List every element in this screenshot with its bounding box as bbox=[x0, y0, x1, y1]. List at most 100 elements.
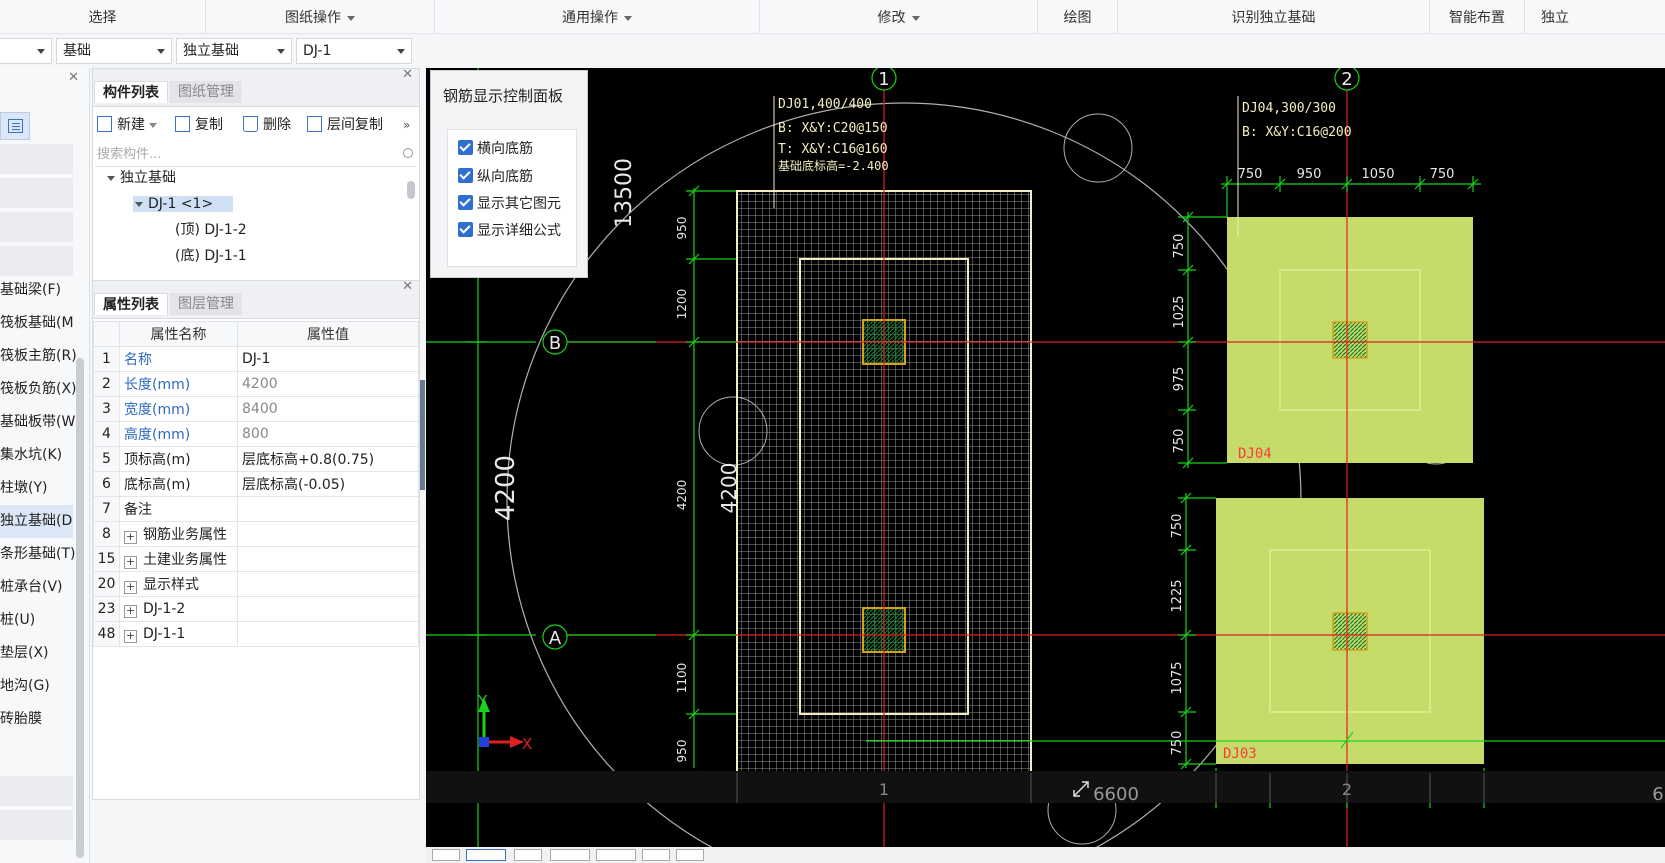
tab-layer-manage[interactable]: 图层管理 bbox=[170, 293, 242, 315]
nav-item-selected[interactable]: 独立基础(D) bbox=[0, 505, 73, 538]
dj04-annotation[interactable]: DJ04,300/300 B: X&Y:C16@200 bbox=[1242, 101, 1352, 140]
tree-node-selected[interactable]: DJ-1 <1> bbox=[107, 191, 407, 217]
property-value-cell[interactable] bbox=[237, 496, 419, 522]
status-button[interactable] bbox=[514, 849, 542, 861]
component-search-input[interactable]: 搜索构件... bbox=[95, 143, 417, 167]
nav-item[interactable]: 条形基础(T) bbox=[0, 538, 80, 571]
status-button[interactable] bbox=[466, 849, 506, 861]
close-icon[interactable]: ✕ bbox=[402, 67, 413, 82]
tree-scrollbar[interactable] bbox=[407, 181, 415, 199]
property-value-cell[interactable]: 8400 bbox=[237, 396, 419, 422]
checkbox-horizontal-bottom-rebar[interactable]: 横向底筋 bbox=[458, 138, 533, 160]
copy-button[interactable]: 复制 bbox=[175, 113, 223, 137]
property-row[interactable]: 8 + 钢筋业务属性 bbox=[93, 521, 419, 547]
property-value-cell[interactable] bbox=[237, 571, 419, 597]
property-value-cell[interactable] bbox=[237, 546, 419, 572]
tree-node-root[interactable]: 独立基础 bbox=[107, 165, 407, 191]
nav-item[interactable]: 基础板带(W bbox=[0, 406, 80, 439]
status-button[interactable] bbox=[432, 849, 460, 861]
property-row[interactable]: 20 + 显示样式 bbox=[93, 571, 419, 597]
axis-bubble-b[interactable]: B bbox=[542, 329, 568, 355]
category-select[interactable]: 基础 bbox=[56, 38, 172, 64]
nav-item[interactable]: 桩承台(V) bbox=[0, 571, 80, 604]
property-value-cell[interactable]: 层底标高+0.8(0.75) bbox=[237, 446, 419, 472]
axis-bubble-a[interactable]: A bbox=[542, 624, 568, 650]
expand-plus-icon[interactable]: + bbox=[124, 556, 137, 569]
ribbon-group-label: 绘图 bbox=[1063, 10, 1092, 26]
tab-property-list[interactable]: 属性列表 bbox=[94, 293, 168, 315]
close-icon[interactable]: ✕ bbox=[68, 70, 79, 85]
property-row[interactable]: 3 宽度(mm) 8400 bbox=[93, 396, 419, 422]
status-button[interactable] bbox=[676, 849, 704, 861]
floor-copy-button[interactable]: 层间复制 bbox=[307, 113, 383, 137]
tab-drawing-manage[interactable]: 图纸管理 bbox=[170, 81, 242, 103]
tree-node-child[interactable]: (底) DJ-1-1 bbox=[107, 243, 407, 269]
checkbox-show-other-elements[interactable]: 显示其它图元 bbox=[458, 193, 561, 215]
property-row[interactable]: 5 顶标高(m) 层底标高+0.8(0.75) bbox=[93, 446, 419, 472]
nav-item[interactable]: 筏板负筋(X) bbox=[0, 373, 80, 406]
ribbon-group-identify-footing[interactable]: 识别独立基础 bbox=[1118, 0, 1430, 34]
floor-select[interactable] bbox=[0, 38, 52, 64]
dj01-annotation[interactable]: DJ01,400/400 B: X&Y:C20@150 T: X&Y:C16@1… bbox=[778, 97, 889, 173]
status-button[interactable] bbox=[642, 849, 670, 861]
ribbon-group-independent[interactable]: 独立 bbox=[1525, 0, 1665, 34]
more-tools-icon[interactable]: » bbox=[403, 113, 410, 137]
property-row[interactable]: 4 高度(mm) 800 bbox=[93, 421, 419, 447]
ribbon-group-general-ops[interactable]: 通用操作 bbox=[435, 0, 760, 34]
nav-item-label: 筏板主筋(R) bbox=[0, 348, 77, 364]
ribbon-group-select[interactable]: 选择 bbox=[0, 0, 206, 34]
ribbon-group-draw[interactable]: 绘图 bbox=[1038, 0, 1118, 34]
rebar-panel-title: 钢筋显示控制面板 bbox=[443, 87, 564, 105]
ribbon-group-drawing-ops[interactable]: 图纸操作 bbox=[206, 0, 435, 34]
axis-bubble-1[interactable]: 1 bbox=[871, 68, 897, 91]
ribbon-group-smart-layout[interactable]: 智能布置 bbox=[1430, 0, 1525, 34]
checkbox-vertical-bottom-rebar[interactable]: 纵向底筋 bbox=[458, 166, 533, 188]
property-row[interactable]: 23 + DJ-1-2 bbox=[93, 596, 419, 622]
property-row[interactable]: 48 + DJ-1-1 bbox=[93, 621, 419, 647]
nav-scrollbar[interactable] bbox=[76, 358, 84, 858]
tree-node-child[interactable]: (顶) DJ-1-2 bbox=[107, 217, 407, 243]
property-value-cell[interactable]: 800 bbox=[237, 421, 419, 447]
nav-item[interactable]: 柱墩(Y) bbox=[0, 472, 80, 505]
panel-splitter[interactable] bbox=[420, 380, 425, 490]
dim-text: 1225 bbox=[1170, 579, 1185, 612]
property-value-cell[interactable]: 4200 bbox=[237, 371, 419, 397]
property-row[interactable]: 1 名称 DJ-1 bbox=[93, 346, 419, 372]
status-button[interactable] bbox=[550, 849, 590, 861]
expand-plus-icon[interactable]: + bbox=[124, 604, 137, 618]
nav-item[interactable]: 桩(U) bbox=[0, 604, 80, 637]
property-value-cell[interactable]: 层底标高(-0.05) bbox=[237, 471, 419, 497]
property-value-cell[interactable] bbox=[237, 596, 419, 622]
property-row[interactable]: 7 备注 bbox=[93, 496, 419, 522]
property-row[interactable]: 6 底标高(m) 层底标高(-0.05) bbox=[93, 471, 419, 497]
drawing-canvas[interactable]: 1 2 B A 13500 4200 4200 950 1200 4200 11… bbox=[426, 68, 1665, 863]
axis-bubble-2[interactable]: 2 bbox=[1334, 68, 1360, 91]
property-row[interactable]: 15 + 土建业务属性 bbox=[93, 546, 419, 572]
nav-item[interactable]: 集水坑(K) bbox=[0, 439, 80, 472]
new-component-button[interactable]: 新建 bbox=[97, 113, 162, 137]
status-button[interactable] bbox=[596, 849, 636, 861]
nav-item[interactable]: 地沟(G) bbox=[0, 670, 80, 703]
checkbox-show-detailed-formula[interactable]: 显示详细公式 bbox=[458, 220, 561, 242]
nav-item[interactable]: 筏板基础(M bbox=[0, 307, 80, 340]
list-view-icon[interactable] bbox=[0, 112, 30, 140]
property-value-cell[interactable]: DJ-1 bbox=[237, 346, 419, 372]
tab-label: 构件列表 bbox=[103, 85, 159, 101]
tab-component-list[interactable]: 构件列表 bbox=[94, 81, 168, 103]
property-value-cell[interactable] bbox=[237, 621, 419, 647]
component-select[interactable]: DJ-1 bbox=[296, 38, 412, 64]
close-icon[interactable]: ✕ bbox=[402, 279, 413, 294]
property-value-cell[interactable] bbox=[237, 521, 419, 547]
expand-plus-icon[interactable]: + bbox=[124, 531, 137, 544]
nav-item[interactable]: 基础梁(F) bbox=[0, 274, 80, 307]
nav-item[interactable]: 筏板主筋(R) bbox=[0, 340, 80, 373]
nav-item[interactable]: 砖胎膜 bbox=[0, 703, 80, 736]
type-select[interactable]: 独立基础 bbox=[176, 38, 292, 64]
delete-button[interactable]: 删除 bbox=[243, 113, 291, 137]
expand-plus-icon[interactable]: + bbox=[124, 581, 137, 594]
expand-plus-icon[interactable]: + bbox=[124, 629, 137, 643]
nav-item[interactable]: 垫层(X) bbox=[0, 637, 80, 670]
button-label: 删除 bbox=[263, 117, 291, 133]
property-row[interactable]: 2 长度(mm) 4200 bbox=[93, 371, 419, 397]
ribbon-group-modify[interactable]: 修改 bbox=[760, 0, 1038, 34]
